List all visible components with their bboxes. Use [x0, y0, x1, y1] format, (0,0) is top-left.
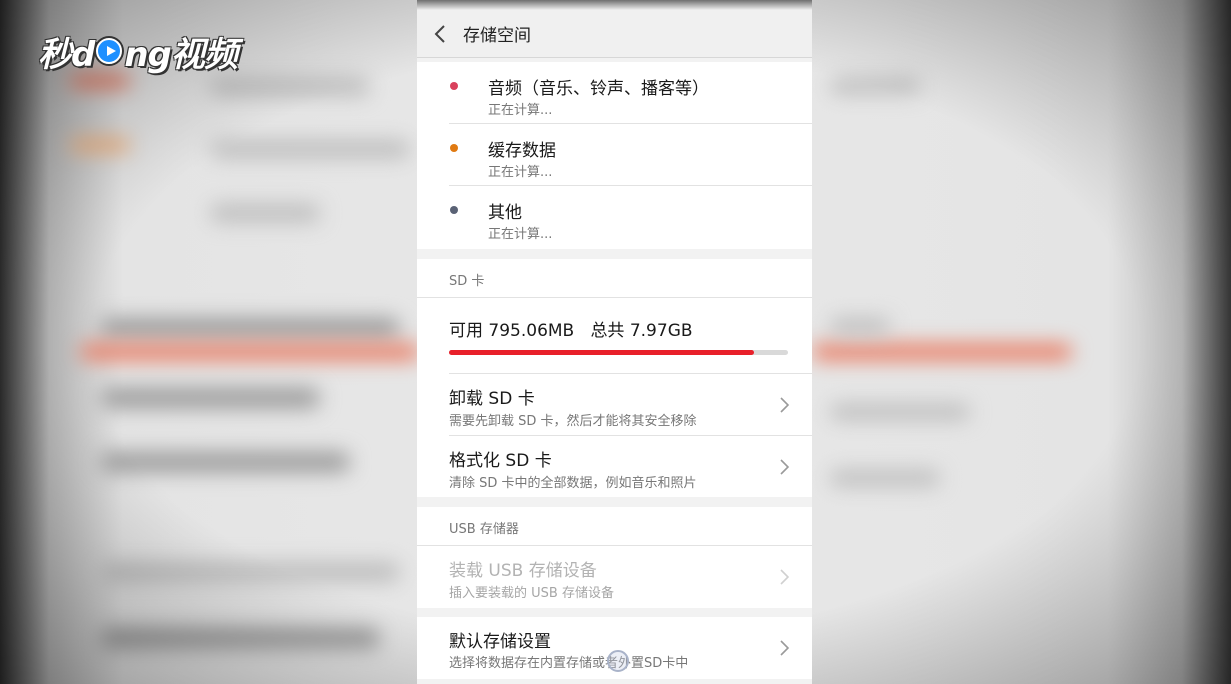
sd-usage-bar [449, 350, 788, 355]
watermark-text-left: 秒d [38, 34, 95, 75]
default-storage-subtitle: 选择将数据存在内置存储或者外置SD卡中 [449, 656, 689, 671]
usb-section-header: USB 存储器 [449, 522, 519, 537]
category-status: 正在计算... [488, 165, 553, 180]
chevron-right-icon [780, 640, 790, 656]
category-status: 正在计算... [488, 103, 553, 118]
chevron-right-icon [780, 569, 790, 585]
watermark-logo: 秒d ng视频 [38, 28, 238, 75]
mount-usb-title: 装载 USB 存储设备 [449, 561, 597, 581]
format-sd-subtitle: 清除 SD 卡中的全部数据，例如音乐和照片 [449, 476, 697, 491]
unmount-sd-subtitle: 需要先卸载 SD 卡，然后才能将其安全移除 [449, 414, 697, 429]
sd-usage: 可用 795.06MB 总共 7.97GB [417, 298, 812, 374]
format-sd-title: 格式化 SD 卡 [449, 451, 552, 471]
sd-section-header: SD 卡 [449, 274, 485, 289]
play-icon [96, 38, 123, 64]
chevron-right-icon [780, 397, 790, 413]
category-row-other[interactable]: 其他 正在计算... [417, 186, 812, 248]
category-label: 缓存数据 [488, 141, 556, 161]
unmount-sd-button[interactable]: 卸载 SD 卡 需要先卸载 SD 卡，然后才能将其安全移除 [417, 374, 812, 436]
mount-usb-button[interactable]: 装载 USB 存储设备 插入要装载的 USB 存储设备 [417, 546, 812, 608]
unmount-sd-title: 卸载 SD 卡 [449, 389, 535, 409]
category-row-audio[interactable]: 音频（音乐、铃声、播客等） 正在计算... [417, 62, 812, 124]
usb-section: USB 存储器 装载 USB 存储设备 插入要装载的 USB 存储设备 [417, 507, 812, 608]
watermark-text-right: ng视频 [124, 34, 238, 75]
phone-screen: 存储空间 音频（音乐、铃声、播客等） 正在计算... 缓存数据 正在计算... … [417, 0, 812, 684]
category-label: 音频（音乐、铃声、播客等） [488, 79, 709, 99]
category-row-cache[interactable]: 缓存数据 正在计算... [417, 124, 812, 186]
back-arrow-icon[interactable] [417, 10, 463, 58]
audio-color-dot [450, 82, 458, 90]
touch-indicator [607, 650, 629, 672]
other-color-dot [450, 206, 458, 214]
category-status: 正在计算... [488, 227, 553, 242]
chevron-right-icon [780, 459, 790, 475]
sd-available: 可用 795.06MB [449, 321, 575, 341]
cache-color-dot [450, 144, 458, 152]
default-storage-title: 默认存储设置 [449, 632, 551, 652]
page-title: 存储空间 [463, 26, 531, 46]
sd-total: 总共 7.97GB [590, 321, 693, 341]
storage-categories: 音频（音乐、铃声、播客等） 正在计算... 缓存数据 正在计算... 其他 正在… [417, 62, 812, 249]
mount-usb-subtitle: 插入要装载的 USB 存储设备 [449, 586, 614, 601]
sd-card-section: SD 卡 可用 795.06MB 总共 7.97GB 卸载 SD 卡 需要先卸载… [417, 259, 812, 497]
title-bar: 存储空间 [417, 10, 812, 58]
format-sd-button[interactable]: 格式化 SD 卡 清除 SD 卡中的全部数据，例如音乐和照片 [417, 436, 812, 497]
category-label: 其他 [488, 203, 522, 223]
sd-usage-bar-fill [449, 350, 755, 355]
